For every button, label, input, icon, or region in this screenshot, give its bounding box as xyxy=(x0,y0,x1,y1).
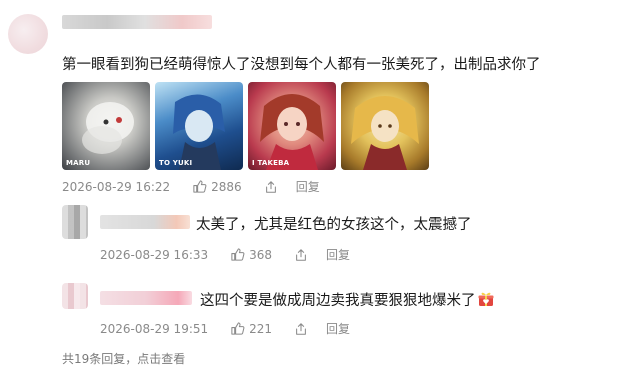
reply-1-date: 2026-08-29 16:33 xyxy=(100,247,209,262)
main-share-button[interactable] xyxy=(264,180,278,194)
reply-1-avatar[interactable] xyxy=(62,205,88,239)
share-icon xyxy=(296,322,306,335)
red-haired-girl-illustration xyxy=(260,94,324,170)
image-3-caption: I TAKEBA xyxy=(252,159,290,167)
main-comment-date: 2026-08-29 16:22 xyxy=(62,179,171,194)
main-comment-text: 第一眼看到狗已经萌得惊人了没想到每个人都有一张美死了，出制品求你了 xyxy=(62,57,541,73)
comment-image-2[interactable]: TO YUKI xyxy=(155,82,243,170)
main-reply-button[interactable]: 回复 xyxy=(296,178,320,195)
commenter-avatar[interactable] xyxy=(8,14,48,54)
blonde-girl-illustration xyxy=(351,96,419,170)
main-like-button[interactable]: 2886 xyxy=(192,179,242,194)
reply-2-reply-button[interactable]: 回复 xyxy=(326,320,350,337)
reply-2-date: 2026-08-29 19:51 xyxy=(100,321,209,336)
share-icon xyxy=(296,248,306,261)
reply-1-like-count: 368 xyxy=(249,247,273,262)
reply-2-meta: 2026-08-29 19:51 221 回复 xyxy=(100,320,350,337)
reply-1-share-button[interactable] xyxy=(294,248,308,262)
reply-1-reply-button[interactable]: 回复 xyxy=(326,246,350,263)
blue-haired-boy-illustration xyxy=(173,94,225,170)
comment-image-gallery: MARU TO YUKI I TAKEBA xyxy=(62,82,429,170)
thumbs-up-icon xyxy=(193,180,207,193)
main-like-count: 2886 xyxy=(211,179,242,194)
heart-gift-emoji-icon xyxy=(477,290,495,312)
reply-2-share-button[interactable] xyxy=(294,322,308,336)
reply-1-like-button[interactable]: 368 xyxy=(230,247,272,262)
image-1-caption: MARU xyxy=(66,159,91,167)
thumbs-up-icon xyxy=(231,248,245,261)
comment-image-3[interactable]: I TAKEBA xyxy=(248,82,336,170)
reply-1-meta: 2026-08-29 16:33 368 回复 xyxy=(100,246,350,263)
reply-2-text-row: 这四个要是做成周边卖我真要狠狠地爆米了 xyxy=(200,289,495,312)
view-all-replies-link[interactable]: 共19条回复，点击查看 xyxy=(62,350,185,367)
reply-2-like-count: 221 xyxy=(249,321,273,336)
share-icon xyxy=(265,180,276,193)
image-2-caption: TO YUKI xyxy=(159,159,193,167)
white-dog-illustration xyxy=(82,102,134,154)
main-comment-meta: 2026-08-29 16:22 2886 回复 xyxy=(62,178,320,195)
comment-image-1[interactable]: MARU xyxy=(62,82,150,170)
reply-1-name-blurred[interactable] xyxy=(100,215,190,229)
thumbs-up-icon xyxy=(231,322,245,335)
commenter-name-blurred[interactable] xyxy=(62,15,212,29)
reply-2-text: 这四个要是做成周边卖我真要狠狠地爆米了 xyxy=(200,293,476,309)
comment-image-4[interactable] xyxy=(341,82,429,170)
reply-2-like-button[interactable]: 221 xyxy=(230,321,272,336)
reply-2-name-blurred[interactable] xyxy=(100,291,192,305)
reply-2-avatar[interactable] xyxy=(62,283,88,309)
reply-1-text: 太美了，尤其是红色的女孩这个，太震撼了 xyxy=(196,217,472,233)
